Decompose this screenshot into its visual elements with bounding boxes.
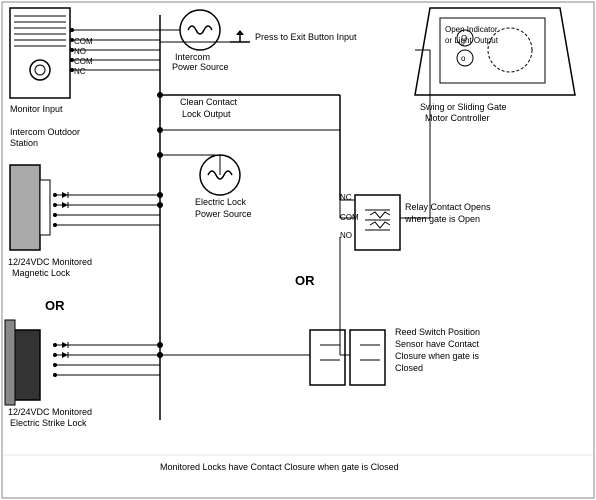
svg-text:12/24VDC Monitored: 12/24VDC Monitored bbox=[8, 407, 92, 417]
svg-text:or Light Output: or Light Output bbox=[445, 36, 499, 45]
svg-text:NC: NC bbox=[74, 67, 86, 76]
svg-text:Electric Lock: Electric Lock bbox=[195, 197, 247, 207]
svg-text:Relay Contact Opens: Relay Contact Opens bbox=[405, 202, 491, 212]
svg-text:Press to Exit Button Input: Press to Exit Button Input bbox=[255, 32, 357, 42]
wiring-diagram: Monitor Input Intercom Outdoor Station C… bbox=[0, 0, 596, 500]
svg-text:Clean Contact: Clean Contact bbox=[180, 97, 238, 107]
svg-text:Lock Output: Lock Output bbox=[182, 109, 231, 119]
svg-text:Swing or Sliding Gate: Swing or Sliding Gate bbox=[420, 102, 507, 112]
svg-text:Sensor have Contact: Sensor have Contact bbox=[395, 339, 480, 349]
svg-text:Closed: Closed bbox=[395, 363, 423, 373]
svg-text:Open Indicator: Open Indicator bbox=[445, 25, 498, 34]
svg-text:Reed Switch Position: Reed Switch Position bbox=[395, 327, 480, 337]
svg-text:Closure when gate is: Closure when gate is bbox=[395, 351, 480, 361]
svg-text:when gate is Open: when gate is Open bbox=[404, 214, 480, 224]
svg-text:Power Source: Power Source bbox=[172, 62, 229, 72]
svg-text:Electric Strike Lock: Electric Strike Lock bbox=[10, 418, 87, 428]
svg-text:COM: COM bbox=[74, 57, 93, 66]
svg-text:o: o bbox=[461, 54, 466, 63]
svg-text:NO: NO bbox=[74, 47, 86, 56]
svg-text:OR: OR bbox=[295, 273, 315, 288]
svg-text:NC: NC bbox=[340, 193, 352, 202]
svg-text:NO: NO bbox=[340, 231, 352, 240]
svg-text:Magnetic Lock: Magnetic Lock bbox=[12, 268, 71, 278]
svg-text:Intercom Outdoor: Intercom Outdoor bbox=[10, 127, 80, 137]
svg-text:Motor Controller: Motor Controller bbox=[425, 113, 490, 123]
svg-text:Monitor Input: Monitor Input bbox=[10, 104, 63, 114]
svg-text:Intercom: Intercom bbox=[175, 52, 210, 62]
svg-text:12/24VDC Monitored: 12/24VDC Monitored bbox=[8, 257, 92, 267]
svg-text:Station: Station bbox=[10, 138, 38, 148]
svg-text:OR: OR bbox=[45, 298, 65, 313]
svg-text:COM: COM bbox=[74, 37, 93, 46]
svg-text:Monitored Locks have Contact C: Monitored Locks have Contact Closure whe… bbox=[160, 462, 399, 472]
svg-text:Power Source: Power Source bbox=[195, 209, 252, 219]
